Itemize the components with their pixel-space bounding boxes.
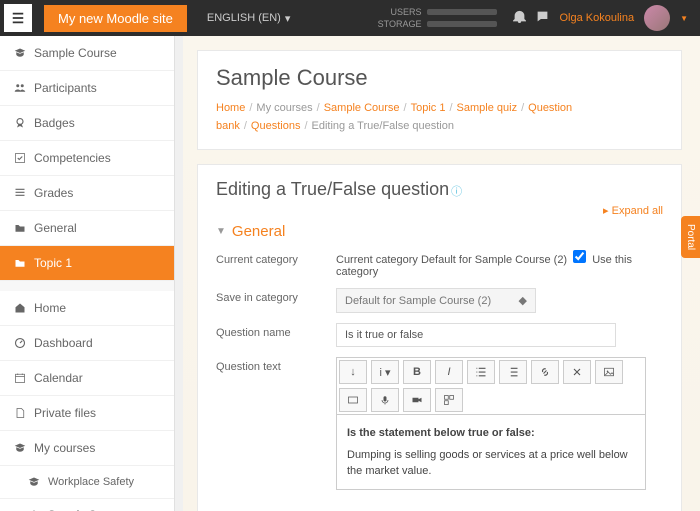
avatar[interactable] (644, 5, 670, 31)
page-title: Sample Course (216, 65, 663, 91)
hamburger-icon (11, 11, 25, 25)
breadcrumb-item[interactable]: Topic 1 (411, 102, 446, 114)
sidebar-item-participants[interactable]: Participants (0, 71, 174, 106)
sidebar-scrollbar[interactable] (175, 36, 183, 511)
sidebar-item-grades[interactable]: Grades (0, 176, 174, 211)
header-card: Sample Course Home/My courses/Sample Cou… (197, 50, 682, 150)
editor-toolbar: ↓ i ▾ B I (337, 358, 645, 415)
chevron-down-icon: ▾ (285, 12, 291, 25)
toolbar-toggle-button[interactable]: ↓ (339, 360, 367, 384)
section-general[interactable]: ▼ General (216, 223, 663, 240)
question-name-input[interactable] (336, 323, 616, 347)
help-icon[interactable]: ⓘ (451, 186, 462, 198)
rich-text-editor: ↓ i ▾ B I (336, 357, 646, 490)
label-save-category: Save in category (216, 288, 336, 304)
sidebar-item-home[interactable]: Home (0, 291, 174, 326)
language-selector[interactable]: ENGLISH (EN) ▾ (207, 12, 291, 25)
sidebar-item-dashboard[interactable]: Dashboard (0, 326, 174, 361)
toolbar-video-button[interactable] (403, 388, 431, 412)
menu-toggle-button[interactable] (4, 4, 32, 32)
toolbar-record-button[interactable] (371, 388, 399, 412)
sidebar-item-calendar[interactable]: Calendar (0, 361, 174, 396)
sidebar-item-workplace-safety[interactable]: Workplace Safety (0, 466, 174, 499)
toolbar-bold-button[interactable]: B (403, 360, 431, 384)
sidebar-item-sample-course[interactable]: Sample Course (0, 499, 174, 511)
toolbar-ul-button[interactable] (467, 360, 495, 384)
toolbar-italic-button[interactable]: I (435, 360, 463, 384)
user-menu-chevron-icon[interactable]: ▼ (680, 14, 688, 23)
toolbar-link-button[interactable] (531, 360, 559, 384)
breadcrumb-item[interactable]: Questions (251, 120, 301, 132)
form-heading: Editing a True/False questionⓘ (216, 179, 663, 200)
label-question-text: Question text (216, 357, 336, 373)
breadcrumb-item[interactable]: Sample Course (324, 102, 400, 114)
breadcrumb-item: Editing a True/False question (312, 120, 454, 132)
usage-metrics: USERS STORAGE (378, 6, 498, 30)
toolbar-manage-button[interactable] (435, 388, 463, 412)
sidebar-item-topic-1[interactable]: Topic 1 (0, 246, 174, 281)
breadcrumb: Home/My courses/Sample Course/Topic 1/Sa… (216, 99, 663, 135)
use-category-checkbox[interactable] (573, 250, 586, 263)
messages-icon[interactable] (536, 10, 549, 26)
toolbar-style-button[interactable]: i ▾ (371, 360, 399, 384)
breadcrumb-item[interactable]: Home (216, 102, 245, 114)
toolbar-image-button[interactable] (595, 360, 623, 384)
editor-content[interactable]: Is the statement below true or false: Du… (337, 415, 645, 489)
notifications-icon[interactable] (513, 10, 526, 26)
breadcrumb-item: My courses (256, 102, 312, 114)
toolbar-unlink-button[interactable] (563, 360, 591, 384)
sidebar-item-badges[interactable]: Badges (0, 106, 174, 141)
toolbar-media-button[interactable] (339, 388, 367, 412)
label-question-name: Question name (216, 323, 336, 339)
label-current-category: Current category (216, 250, 336, 266)
user-name[interactable]: Olga Kokoulina (559, 12, 634, 24)
breadcrumb-item[interactable]: Sample quiz (457, 102, 518, 114)
save-category-select[interactable]: Default for Sample Course (2) ◆ (336, 288, 536, 313)
sidebar-item-competencies[interactable]: Competencies (0, 141, 174, 176)
sidebar-item-my-courses[interactable]: My courses (0, 431, 174, 466)
sidebar-item-general[interactable]: General (0, 211, 174, 246)
form-card: Editing a True/False questionⓘ ▸ Expand … (197, 164, 682, 511)
main-content: Sample Course Home/My courses/Sample Cou… (183, 36, 700, 511)
top-bar: My new Moodle site ENGLISH (EN) ▾ USERS … (0, 0, 700, 36)
select-chevron-icon: ◆ (519, 294, 527, 307)
sidebar-item-sample-course[interactable]: Sample Course (0, 36, 174, 71)
sidebar-item-private-files[interactable]: Private files (0, 396, 174, 431)
toolbar-ol-button[interactable] (499, 360, 527, 384)
portal-tab[interactable]: Portal (681, 216, 700, 258)
expand-all-link[interactable]: ▸ Expand all (216, 204, 663, 217)
sidebar: Sample CourseParticipantsBadgesCompetenc… (0, 36, 175, 511)
site-brand[interactable]: My new Moodle site (44, 5, 187, 32)
collapse-icon: ▼ (216, 226, 226, 237)
